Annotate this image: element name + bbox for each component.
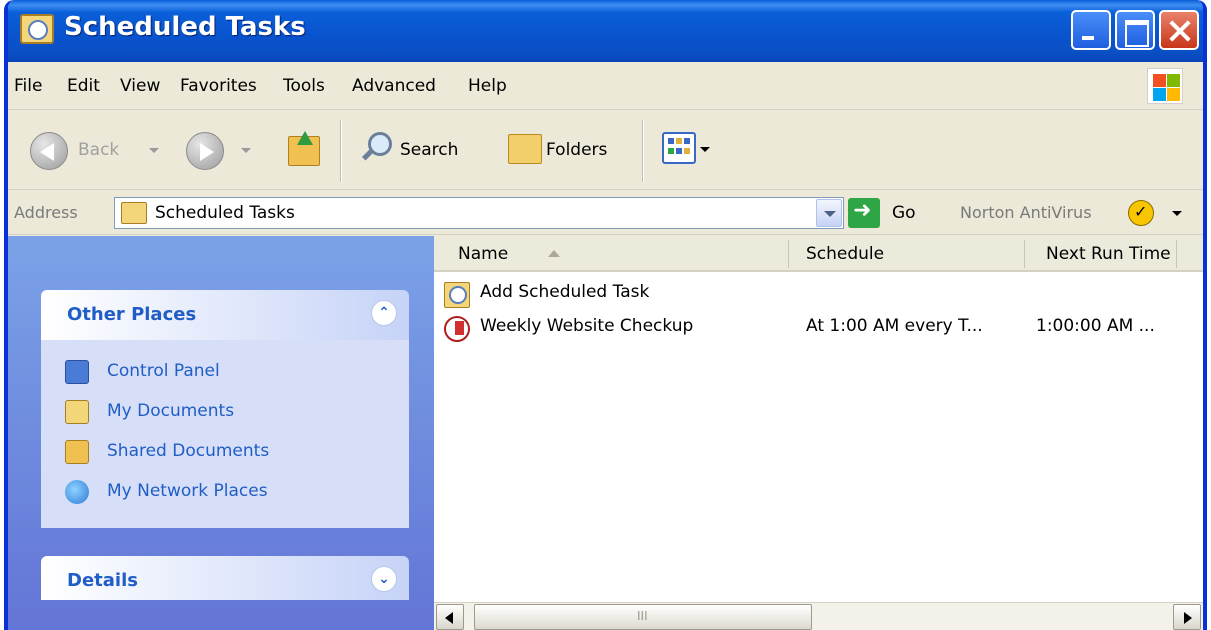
views-icon[interactable] xyxy=(662,132,696,164)
address-value[interactable]: Scheduled Tasks xyxy=(155,203,295,223)
back-arrow-icon[interactable] xyxy=(30,132,68,170)
menu-advanced[interactable]: Advanced xyxy=(352,76,436,96)
menu-bar: File Edit View Favorites Tools Advanced … xyxy=(8,62,1203,110)
scroll-left-button[interactable] xyxy=(436,604,464,630)
details-panel: Details ⌄ xyxy=(41,556,409,600)
menu-tools[interactable]: Tools xyxy=(283,76,325,96)
column-divider[interactable] xyxy=(1024,240,1025,268)
norton-antivirus-icon[interactable] xyxy=(1128,200,1154,226)
file-list-view: Name Schedule Next Run Time Add Schedule… xyxy=(434,236,1203,630)
sort-ascending-icon xyxy=(548,250,560,257)
column-header-next-run-time[interactable]: Next Run Time xyxy=(1046,244,1171,264)
windows-logo-icon xyxy=(1147,68,1183,104)
item-schedule: At 1:00 AM every T... xyxy=(806,316,983,336)
menu-favorites[interactable]: Favorites xyxy=(180,76,257,96)
place-item-my-network-places[interactable]: My Network Places xyxy=(41,474,409,514)
explorer-window: Scheduled Tasks File Edit View Favorites… xyxy=(4,0,1207,630)
place-item-shared-documents[interactable]: Shared Documents xyxy=(41,434,409,474)
scheduled-task-icon xyxy=(444,316,470,342)
task-pane: Other Places ⌃ Control Panel My Document… xyxy=(8,236,434,630)
search-icon[interactable] xyxy=(360,132,392,164)
other-places-header[interactable]: Other Places ⌃ xyxy=(41,290,409,340)
menu-edit[interactable]: Edit xyxy=(67,76,100,96)
title-bar[interactable]: Scheduled Tasks xyxy=(8,0,1203,62)
scheduled-tasks-folder-icon xyxy=(121,202,147,224)
menu-view[interactable]: View xyxy=(120,76,160,96)
folders-button-label[interactable]: Folders xyxy=(546,140,607,160)
minimize-button[interactable] xyxy=(1071,10,1111,50)
address-label: Address xyxy=(14,203,78,222)
other-places-panel: Other Places ⌃ Control Panel My Document… xyxy=(41,290,409,528)
toolbar-separator xyxy=(340,120,342,182)
column-divider[interactable] xyxy=(788,240,789,268)
folders-icon[interactable] xyxy=(508,134,542,164)
other-places-title: Other Places xyxy=(67,304,197,325)
place-label[interactable]: Control Panel xyxy=(107,361,220,381)
collapse-chevron-icon[interactable]: ⌃ xyxy=(371,300,397,326)
scheduled-tasks-folder-icon xyxy=(20,14,54,44)
place-label[interactable]: Shared Documents xyxy=(107,441,269,461)
list-item[interactable]: Weekly Website Checkup At 1:00 AM every … xyxy=(434,312,1203,344)
back-button-label[interactable]: Back xyxy=(78,140,119,160)
item-name[interactable]: Weekly Website Checkup xyxy=(480,316,693,336)
place-label[interactable]: My Network Places xyxy=(107,481,268,501)
scrollbar-grip: III xyxy=(637,609,648,623)
search-button-label[interactable]: Search xyxy=(400,140,458,160)
views-dropdown-icon[interactable] xyxy=(700,147,710,152)
column-header-schedule[interactable]: Schedule xyxy=(806,244,884,264)
network-places-icon xyxy=(65,480,89,504)
scrollbar-thumb[interactable]: III xyxy=(474,604,812,630)
column-header-row: Name Schedule Next Run Time xyxy=(434,236,1203,272)
norton-antivirus-label[interactable]: Norton AntiVirus xyxy=(960,203,1092,222)
go-arrow-icon[interactable] xyxy=(848,198,880,228)
place-label[interactable]: My Documents xyxy=(107,401,234,421)
place-item-control-panel[interactable]: Control Panel xyxy=(41,354,409,394)
up-folder-icon[interactable] xyxy=(288,131,320,166)
address-bar: Address Scheduled Tasks Go Norton AntiVi… xyxy=(8,191,1203,235)
scroll-right-button[interactable] xyxy=(1173,604,1201,630)
toolbar: Back Search Folders xyxy=(8,110,1203,190)
toolbar-separator xyxy=(642,120,644,182)
item-next-run-time: 1:00:00 AM ... xyxy=(1036,316,1155,336)
norton-dropdown-icon[interactable] xyxy=(1172,211,1182,216)
my-documents-icon xyxy=(65,400,89,424)
column-header-name[interactable]: Name xyxy=(458,244,508,264)
back-dropdown-icon[interactable] xyxy=(149,148,159,153)
menu-file[interactable]: File xyxy=(14,76,42,96)
address-dropdown-button[interactable] xyxy=(816,199,842,227)
address-input[interactable]: Scheduled Tasks xyxy=(114,197,844,229)
window-title: Scheduled Tasks xyxy=(64,12,306,42)
details-header[interactable]: Details ⌄ xyxy=(41,556,409,600)
item-name[interactable]: Add Scheduled Task xyxy=(480,282,649,302)
go-button-label[interactable]: Go xyxy=(892,203,916,223)
add-task-icon xyxy=(444,282,470,308)
close-button[interactable] xyxy=(1159,10,1199,50)
other-places-list: Control Panel My Documents Shared Docume… xyxy=(41,340,409,528)
list-item[interactable]: Add Scheduled Task xyxy=(434,278,1203,310)
forward-arrow-icon[interactable] xyxy=(186,132,224,170)
details-title: Details xyxy=(67,570,138,591)
expand-chevron-icon[interactable]: ⌄ xyxy=(371,566,397,592)
menu-help[interactable]: Help xyxy=(468,76,507,96)
column-divider[interactable] xyxy=(1176,240,1177,268)
horizontal-scrollbar[interactable]: III xyxy=(434,602,1203,630)
maximize-button[interactable] xyxy=(1115,10,1155,50)
control-panel-icon xyxy=(65,360,89,384)
place-item-my-documents[interactable]: My Documents xyxy=(41,394,409,434)
shared-folder-icon xyxy=(65,440,89,464)
forward-dropdown-icon[interactable] xyxy=(241,148,251,153)
